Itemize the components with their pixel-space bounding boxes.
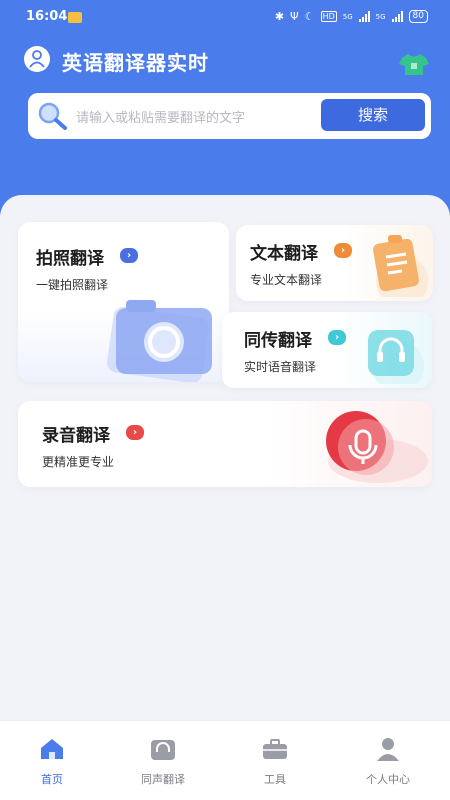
- tab-home[interactable]: 首页: [7, 737, 97, 787]
- moon-icon: ☾: [304, 10, 315, 23]
- status-icons: ✱ Ψ ☾ HD 5G 5G 80: [275, 10, 428, 23]
- chevron-right-icon: ›: [120, 248, 138, 263]
- tshirt-icon[interactable]: [398, 52, 430, 76]
- vibrate-icon: Ψ: [290, 10, 299, 23]
- tab-label: 同声翻译: [141, 773, 185, 786]
- photo-translate-card[interactable]: 拍照翻译 › 一键拍照翻译: [18, 222, 229, 382]
- microphone-icon: [326, 411, 428, 483]
- home-icon: [41, 739, 63, 759]
- signal-label-a: 5G: [342, 12, 353, 21]
- headset-icon: [151, 740, 175, 760]
- search-input[interactable]: 请输入或粘贴需要翻译的文字: [76, 107, 245, 126]
- toolbox-icon: [263, 739, 287, 759]
- notification-icon: [68, 12, 82, 23]
- hd-badge: HD: [320, 11, 337, 22]
- bluetooth-icon: ✱: [274, 10, 285, 23]
- card-title: 文本翻译: [250, 244, 318, 264]
- search-button[interactable]: 搜索: [321, 99, 425, 131]
- user-avatar[interactable]: [24, 46, 50, 72]
- signal-icon: [358, 11, 370, 22]
- camera-icon: [107, 300, 212, 382]
- battery-icon: 80: [408, 10, 428, 23]
- app-title: 英语翻译器实时: [62, 51, 209, 75]
- chevron-right-icon: ›: [126, 425, 144, 440]
- chevron-right-icon: ›: [328, 330, 346, 345]
- card-title: 拍照翻译: [36, 249, 104, 269]
- card-title: 录音翻译: [42, 426, 110, 446]
- tab-label: 工具: [264, 773, 286, 786]
- search-box[interactable]: 请输入或粘贴需要翻译的文字 搜索: [28, 93, 431, 139]
- card-subtitle: 一键拍照翻译: [36, 278, 109, 292]
- signal-icon: [391, 11, 403, 22]
- card-subtitle: 专业文本翻译: [250, 273, 323, 287]
- person-icon: [377, 738, 399, 761]
- card-title: 同传翻译: [244, 331, 312, 351]
- bottom-tab-bar: 首页 同声翻译 工具 个人中心: [0, 720, 450, 800]
- header-background: 16:04 ✱ Ψ ☾ HD 5G 5G 80 英语翻译器实时 请输入或粘贴需要…: [0, 0, 450, 215]
- text-translate-card[interactable]: 文本翻译 › 专业文本翻译: [236, 225, 433, 301]
- document-icon: [373, 235, 428, 297]
- card-subtitle: 实时语音翻译: [244, 360, 317, 374]
- tab-profile[interactable]: 个人中心: [343, 737, 433, 787]
- chevron-right-icon: ›: [334, 243, 352, 258]
- card-subtitle: 更精准更专业: [42, 455, 115, 469]
- tab-label: 个人中心: [366, 773, 410, 786]
- signal-label-b: 5G: [375, 12, 386, 21]
- headset-icon: [368, 330, 424, 384]
- tab-tools[interactable]: 工具: [230, 737, 320, 787]
- search-icon: [38, 102, 67, 130]
- title-row: 英语翻译器实时: [24, 44, 430, 76]
- user-icon: [29, 50, 45, 68]
- record-translate-card[interactable]: 录音翻译 › 更精准更专业: [18, 401, 432, 487]
- status-bar: 16:04 ✱ Ψ ☾ HD 5G 5G 80: [0, 8, 450, 28]
- tab-label: 首页: [41, 773, 63, 786]
- tab-simultaneous[interactable]: 同声翻译: [118, 737, 208, 787]
- status-time: 16:04: [26, 9, 68, 24]
- simultaneous-translate-card[interactable]: 同传翻译 › 实时语音翻译: [222, 312, 432, 388]
